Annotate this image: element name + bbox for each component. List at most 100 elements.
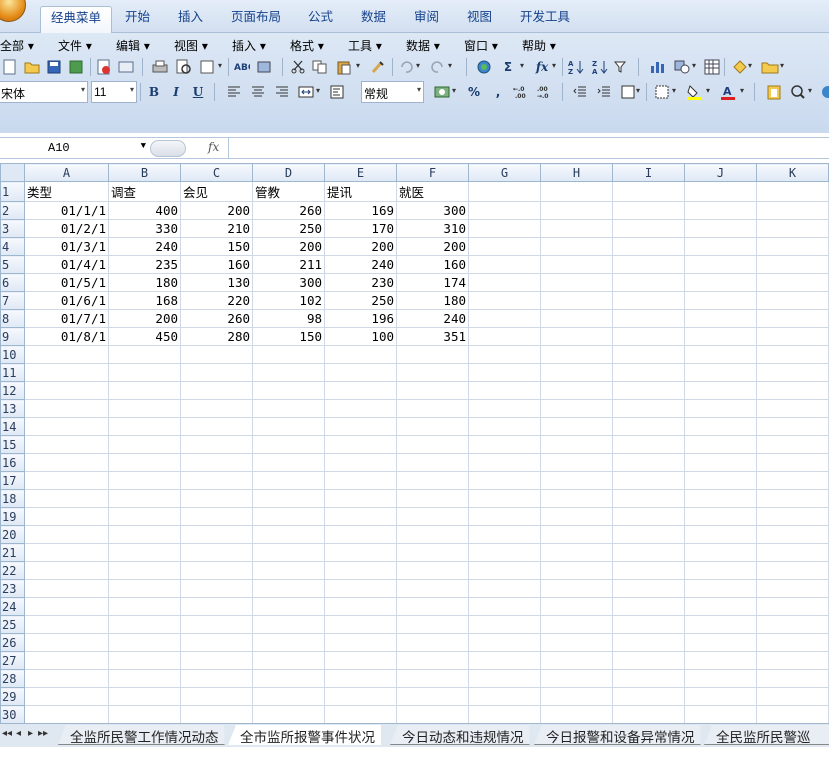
cell[interactable] [684,381,757,400]
row-header[interactable]: 27 [0,651,25,670]
currency-icon[interactable] [432,82,452,102]
find-icon[interactable] [788,82,808,102]
cell[interactable] [756,651,829,670]
cell[interactable] [684,525,757,544]
cell[interactable]: 102 [252,291,325,310]
cell[interactable] [108,543,181,562]
row-header[interactable]: 5 [0,255,25,274]
cell[interactable] [540,633,613,652]
cell[interactable] [756,489,829,508]
underline-button[interactable]: U [188,82,208,102]
row-header[interactable]: 7 [0,291,25,310]
row-header[interactable]: 15 [0,435,25,454]
folder-icon[interactable] [760,57,780,77]
hyperlink-icon[interactable] [474,57,494,77]
cell[interactable] [756,345,829,364]
first-sheet-icon[interactable]: ◂◂ [2,728,12,739]
cell[interactable] [756,633,829,652]
cell[interactable] [396,597,469,616]
row-header[interactable]: 3 [0,219,25,238]
cell[interactable] [108,345,181,364]
cell[interactable] [612,327,685,346]
paste-dropdown-icon[interactable]: ▾ [356,61,360,70]
cell[interactable] [396,579,469,598]
cell[interactable] [468,669,541,688]
menu-all[interactable]: 全部 ▾ [0,37,34,54]
cell[interactable] [108,579,181,598]
cell[interactable] [324,525,397,544]
cell[interactable] [252,381,325,400]
align-left-icon[interactable] [224,82,244,102]
cell[interactable] [684,417,757,436]
chevron-down-icon[interactable]: ▼ [141,141,146,151]
cell[interactable]: 170 [324,219,397,238]
cell[interactable]: 210 [180,219,253,238]
cell[interactable] [396,705,469,723]
cut-icon[interactable] [288,57,308,77]
sheet-tab[interactable]: 今日动态和违规情况 [390,725,530,745]
cell[interactable] [684,633,757,652]
cell[interactable] [540,291,613,310]
cell[interactable] [612,363,685,382]
cell[interactable] [756,327,829,346]
cell[interactable] [468,309,541,328]
cell[interactable] [108,399,181,418]
cell[interactable] [612,309,685,328]
menu-format[interactable]: 格式 ▾ [290,37,324,54]
grid-view-icon[interactable] [702,57,722,77]
cell[interactable] [468,255,541,274]
cell[interactable] [684,687,757,706]
cell[interactable] [324,705,397,723]
tab-data[interactable]: 数据 [351,6,396,33]
sheet-tab[interactable]: 全监所民警工作情况动态 [58,725,225,745]
increase-indent-icon[interactable] [594,82,614,102]
cell[interactable] [396,687,469,706]
cell[interactable]: 240 [324,255,397,274]
cell[interactable] [24,471,109,490]
cell[interactable]: 01/7/1 [24,309,109,328]
cell[interactable] [756,579,829,598]
cell[interactable] [684,363,757,382]
cell[interactable] [756,669,829,688]
cell[interactable] [756,453,829,472]
cell[interactable] [252,579,325,598]
cell[interactable] [684,489,757,508]
cell[interactable] [468,705,541,723]
menu-help[interactable]: 帮助 ▾ [522,37,556,54]
cell[interactable] [24,453,109,472]
menu-edit[interactable]: 编辑 ▾ [116,37,150,54]
cell[interactable] [252,597,325,616]
row-header[interactable]: 4 [0,237,25,256]
cell[interactable]: 250 [324,291,397,310]
permission-icon[interactable] [66,57,86,77]
cell[interactable] [24,651,109,670]
cell[interactable]: 160 [180,255,253,274]
column-header-h[interactable]: H [540,163,613,182]
cell[interactable] [612,633,685,652]
cell[interactable] [684,561,757,580]
cell[interactable] [540,309,613,328]
row-header[interactable]: 19 [0,507,25,526]
cell[interactable] [612,399,685,418]
cell[interactable]: 150 [180,237,253,256]
cell[interactable] [756,381,829,400]
highlight-dropdown-icon[interactable]: ▾ [748,61,752,70]
cell[interactable] [612,291,685,310]
cell[interactable] [108,651,181,670]
cell[interactable] [108,489,181,508]
cell[interactable] [756,543,829,562]
cell[interactable] [324,561,397,580]
cell[interactable] [684,399,757,418]
decrease-decimal-icon[interactable]: .00 →.0 [536,82,556,102]
sheet-tab[interactable]: 今日报警和设备异常情况 [534,725,701,745]
cell[interactable] [612,543,685,562]
cell[interactable] [108,633,181,652]
cell[interactable] [180,543,253,562]
cell[interactable] [468,579,541,598]
cell[interactable] [684,705,757,723]
row-header[interactable]: 26 [0,633,25,652]
cell[interactable] [756,201,829,220]
cell[interactable] [252,615,325,634]
cell[interactable] [540,669,613,688]
cell[interactable]: 174 [396,273,469,292]
